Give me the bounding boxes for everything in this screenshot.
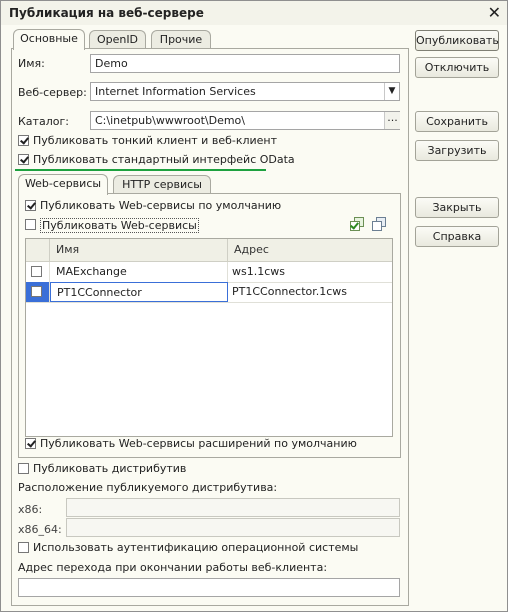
- subtab-webservices[interactable]: Web-сервисы: [18, 174, 108, 195]
- title-bar: Публикация на веб-сервере ✕: [1, 1, 507, 25]
- close-button[interactable]: Закрыть: [415, 197, 499, 218]
- webserver-value: Internet Information Services: [95, 85, 256, 98]
- default-webservices-label: Публиковать Web-сервисы по умолчанию: [40, 199, 282, 212]
- publish-button[interactable]: Опубликовать: [415, 30, 499, 51]
- os-auth-checkbox[interactable]: [18, 542, 29, 553]
- chevron-down-icon[interactable]: ▼: [384, 83, 399, 100]
- odata-label: Публиковать стандартный интерфейс OData: [33, 153, 295, 166]
- row-name: MAExchange: [50, 262, 228, 282]
- webserver-label: Веб-сервер:: [18, 86, 87, 99]
- row-address: ws1.1cws: [232, 265, 285, 278]
- catalog-value: C:\inetpub\wwwroot\Demo\: [95, 114, 245, 127]
- publish-dialog: Публикация на веб-сервере ✕ Основные Ope…: [0, 0, 508, 612]
- tab-openid[interactable]: OpenID: [89, 30, 146, 50]
- catalog-field[interactable]: C:\inetpub\wwwroot\Demo\: [90, 111, 400, 130]
- table-row[interactable]: PT1CConnector PT1CConnector.1cws: [26, 282, 392, 303]
- header-name[interactable]: Имя: [50, 239, 228, 261]
- x86-label: x86:: [18, 503, 43, 516]
- table-header: Имя Адрес: [26, 239, 392, 262]
- row-checkbox[interactable]: [31, 266, 42, 277]
- publish-distrib-checkbox[interactable]: [18, 463, 29, 474]
- exit-url-label: Адрес перехода при окончании работы веб-…: [18, 561, 328, 574]
- distrib-location-label: Расположение публикуемого дистрибутива:: [18, 481, 278, 494]
- odata-highlight-underline: [15, 169, 266, 171]
- publish-webservices-label: Публиковать Web-сервисы: [40, 218, 199, 233]
- window-title: Публикация на веб-сервере: [9, 6, 204, 20]
- publish-webservices-checkbox[interactable]: [25, 219, 36, 230]
- x86-field[interactable]: [66, 498, 400, 517]
- help-button[interactable]: Справка: [415, 226, 499, 247]
- load-button[interactable]: Загрузить: [415, 140, 499, 161]
- default-webservices-checkbox[interactable]: [25, 200, 36, 211]
- row-checkbox[interactable]: [31, 286, 42, 297]
- name-field[interactable]: Demo: [90, 54, 400, 73]
- subtab-http-label: HTTP сервисы: [122, 178, 202, 191]
- x86-64-label: x86_64:: [18, 523, 62, 536]
- catalog-label: Каталог:: [18, 115, 69, 128]
- uncheck-all-icon[interactable]: [372, 217, 386, 231]
- save-button[interactable]: Сохранить: [415, 111, 499, 132]
- thin-client-label: Публиковать тонкий клиент и веб-клиент: [33, 134, 278, 147]
- x86-64-field[interactable]: [66, 518, 400, 537]
- ellipsis-icon[interactable]: ...: [384, 112, 400, 129]
- subtab-http[interactable]: HTTP сервисы: [113, 175, 211, 195]
- exit-url-field[interactable]: [18, 578, 400, 597]
- publish-distrib-label: Публиковать дистрибутив: [33, 462, 187, 475]
- row-address: PT1CConnector.1cws: [232, 285, 348, 298]
- subtab-webservices-label: Web-сервисы: [24, 177, 102, 190]
- extensions-webservices-checkbox[interactable]: [25, 438, 36, 449]
- thin-client-checkbox[interactable]: [18, 135, 29, 146]
- header-check-col: [26, 239, 50, 261]
- unpublish-button[interactable]: Отключить: [415, 57, 499, 78]
- row-name: PT1CConnector: [50, 282, 228, 302]
- tab-other[interactable]: Прочие: [151, 30, 211, 50]
- name-label: Имя:: [18, 57, 45, 70]
- close-icon[interactable]: ✕: [488, 3, 501, 22]
- tab-other-label: Прочие: [159, 33, 203, 46]
- tab-openid-label: OpenID: [96, 33, 139, 46]
- tab-main[interactable]: Основные: [13, 29, 85, 50]
- header-address[interactable]: Адрес: [228, 239, 392, 261]
- webserver-select[interactable]: Internet Information Services: [90, 82, 400, 101]
- tab-main-label: Основные: [20, 32, 78, 45]
- table-row[interactable]: MAExchange ws1.1cws: [26, 262, 392, 283]
- os-auth-label: Использовать аутентификацию операционной…: [33, 541, 359, 554]
- odata-checkbox[interactable]: [18, 154, 29, 165]
- webservices-table[interactable]: Имя Адрес MAExchange ws1.1cws PT1CConnec…: [25, 238, 393, 437]
- check-all-icon[interactable]: [350, 217, 364, 231]
- extensions-webservices-label: Публиковать Web-сервисы расширений по ум…: [40, 437, 357, 450]
